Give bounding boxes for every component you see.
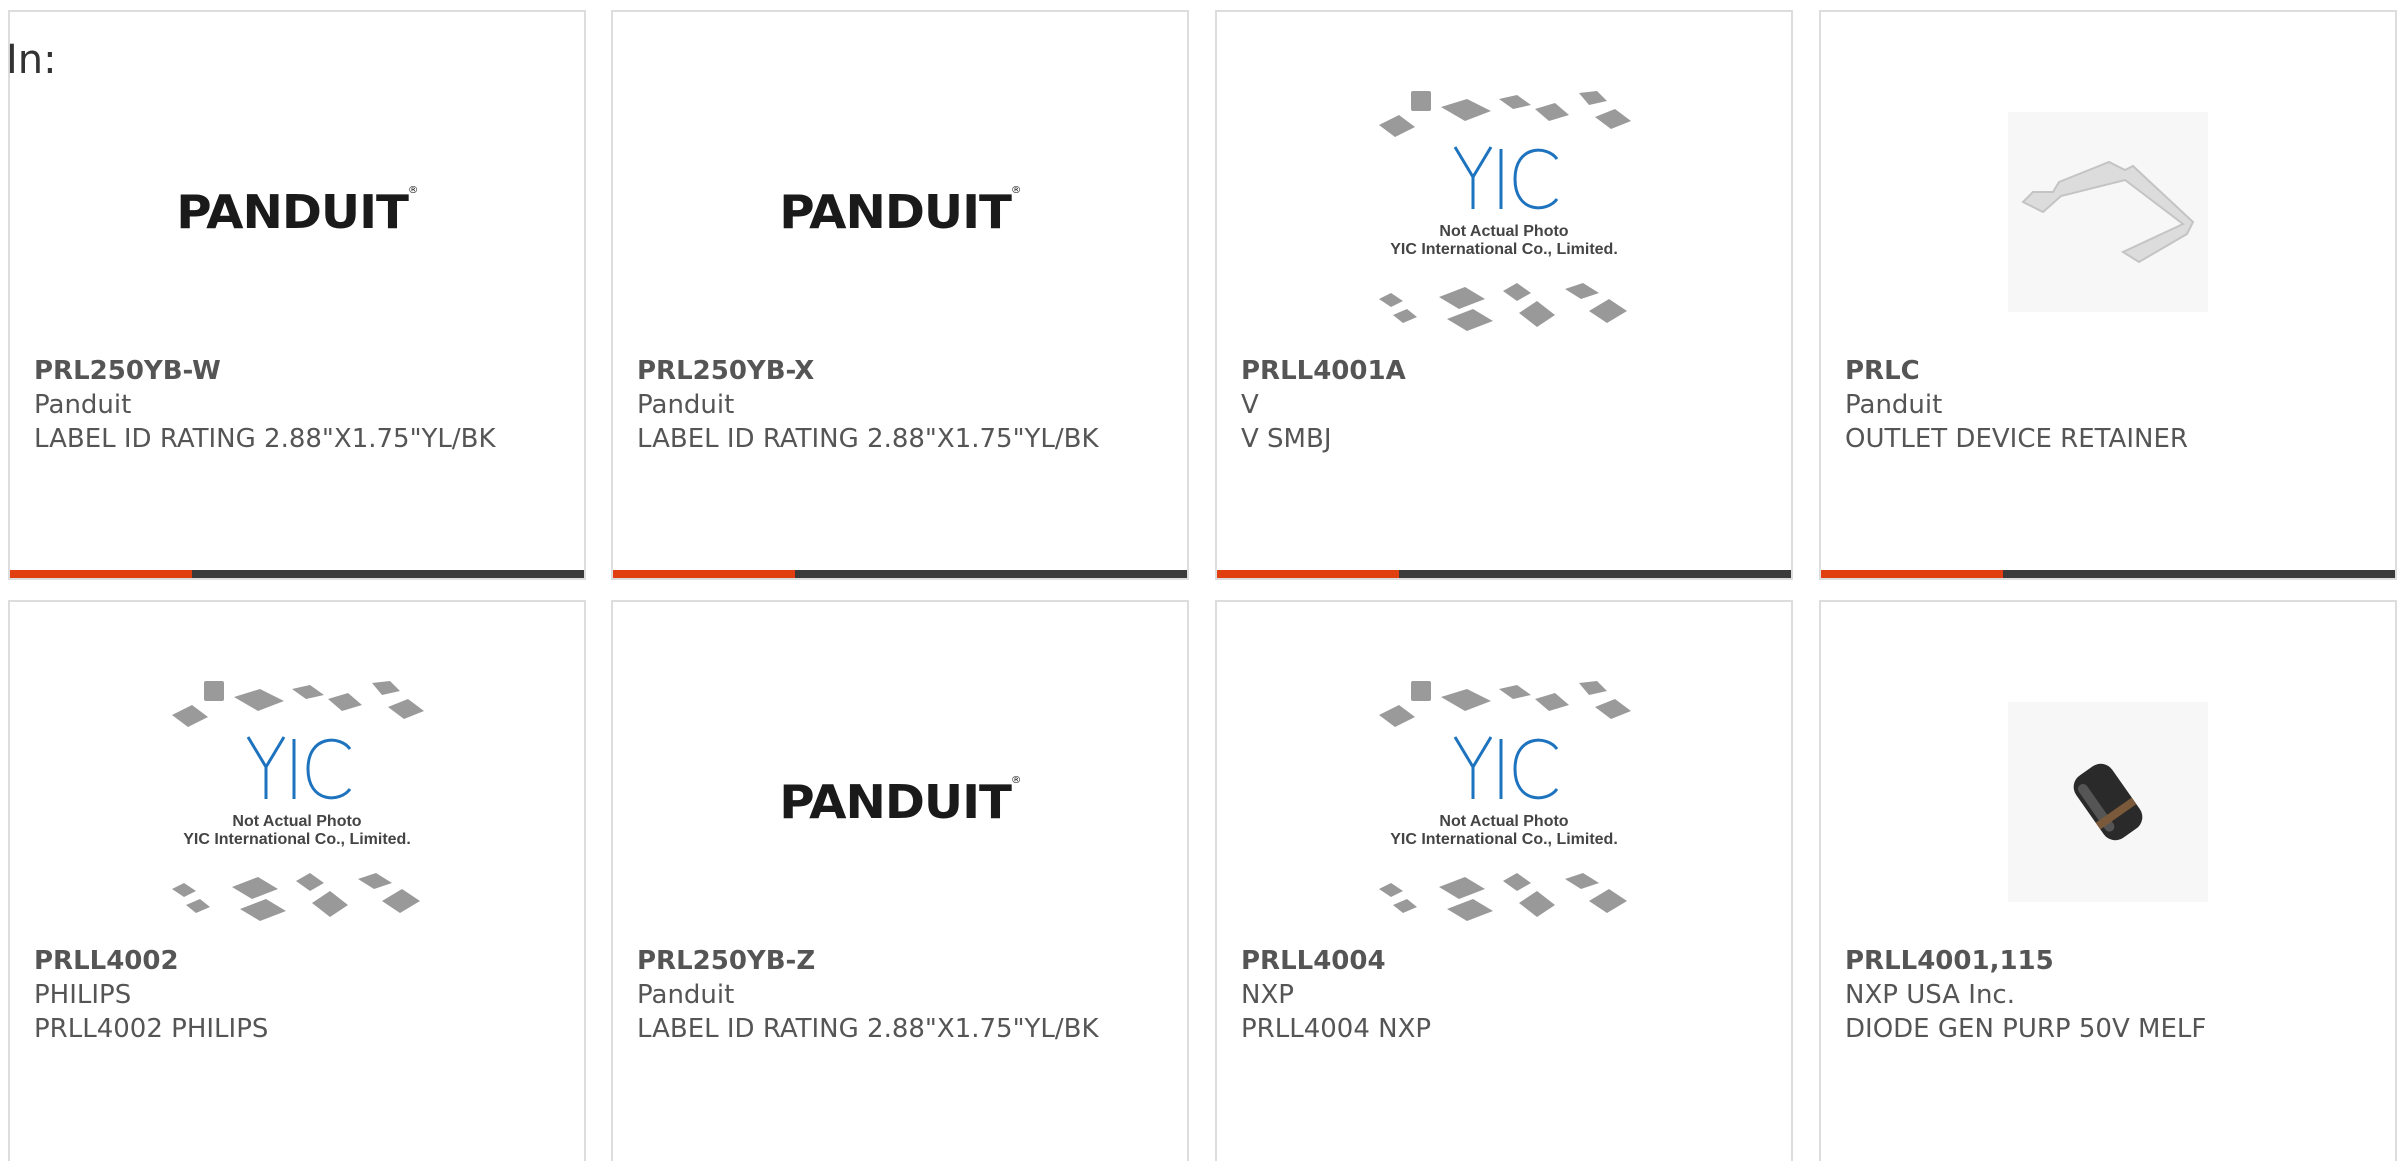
part-number: PRLL4001,115 [1845,946,2054,976]
product-image: PANDUIT® [613,672,1187,932]
yic-placeholder-image: Not Actual Photo YIC International Co., … [1369,677,1639,927]
description: PRLL4002 PHILIPS [34,1014,269,1044]
part-number: PRL250YB-X [637,356,815,386]
description: LABEL ID RATING 2.88"X1.75"YL/BK [637,424,1099,454]
panduit-logo: PANDUIT® [779,185,1021,239]
manufacturer: V [1241,390,1259,420]
manufacturer: Panduit [637,980,735,1010]
description: LABEL ID RATING 2.88"X1.75"YL/BK [637,1014,1099,1044]
product-card[interactable]: PANDUIT® PRL250YB-X Panduit LABEL ID RAT… [611,10,1189,580]
product-card[interactable]: Not Actual Photo YIC International Co., … [8,600,586,1161]
manufacturer: NXP USA Inc. [1845,980,2015,1010]
part-number: PRLL4001A [1241,356,1406,386]
manufacturer: PHILIPS [34,980,132,1010]
product-image: Not Actual Photo YIC International Co., … [1217,672,1791,932]
product-image [1821,672,2395,932]
manufacturer: Panduit [34,390,132,420]
product-card[interactable]: PRLC Panduit OUTLET DEVICE RETAINER [1819,10,2397,580]
manufacturer: Panduit [637,390,735,420]
description: PRLL4004 NXP [1241,1014,1432,1044]
card-bar [1217,570,1791,578]
product-card[interactable]: Not Actual Photo YIC International Co., … [1215,10,1793,580]
product-grid-page: In: PANDUIT® PRL250YB-W Panduit LABEL ID… [0,0,2400,1161]
product-image: Not Actual Photo YIC International Co., … [1217,82,1791,342]
filter-label: In: [6,37,57,83]
part-number: PRLL4004 [1241,946,1386,976]
description: DIODE GEN PURP 50V MELF [1845,1014,2207,1044]
product-image: PANDUIT® [613,82,1187,342]
card-bar [10,570,584,578]
panduit-logo: PANDUIT® [176,185,418,239]
diode-photo [2008,702,2208,902]
part-number: PRL250YB-W [34,356,221,386]
yic-placeholder-image: Not Actual Photo YIC International Co., … [162,677,432,927]
product-image [1821,82,2395,342]
part-number: PRLC [1845,356,1920,386]
product-card[interactable]: PANDUIT® PRL250YB-W Panduit LABEL ID RAT… [8,10,586,580]
description: LABEL ID RATING 2.88"X1.75"YL/BK [34,424,496,454]
card-bar [613,570,1187,578]
card-bar [1821,570,2395,578]
yic-placeholder-image: Not Actual Photo YIC International Co., … [1369,87,1639,337]
product-image: Not Actual Photo YIC International Co., … [10,672,584,932]
product-image: PANDUIT® [10,82,584,342]
product-card[interactable]: Not Actual Photo YIC International Co., … [1215,600,1793,1161]
product-card[interactable]: PANDUIT® PRL250YB-Z Panduit LABEL ID RAT… [611,600,1189,1161]
manufacturer: NXP [1241,980,1294,1010]
product-card[interactable]: PRLL4001,115 NXP USA Inc. DIODE GEN PURP… [1819,600,2397,1161]
description: V SMBJ [1241,424,1332,454]
panduit-logo: PANDUIT® [779,775,1021,829]
manufacturer: Panduit [1845,390,1943,420]
retainer-photo [2008,112,2208,312]
description: OUTLET DEVICE RETAINER [1845,424,2188,454]
part-number: PRL250YB-Z [637,946,816,976]
part-number: PRLL4002 [34,946,179,976]
